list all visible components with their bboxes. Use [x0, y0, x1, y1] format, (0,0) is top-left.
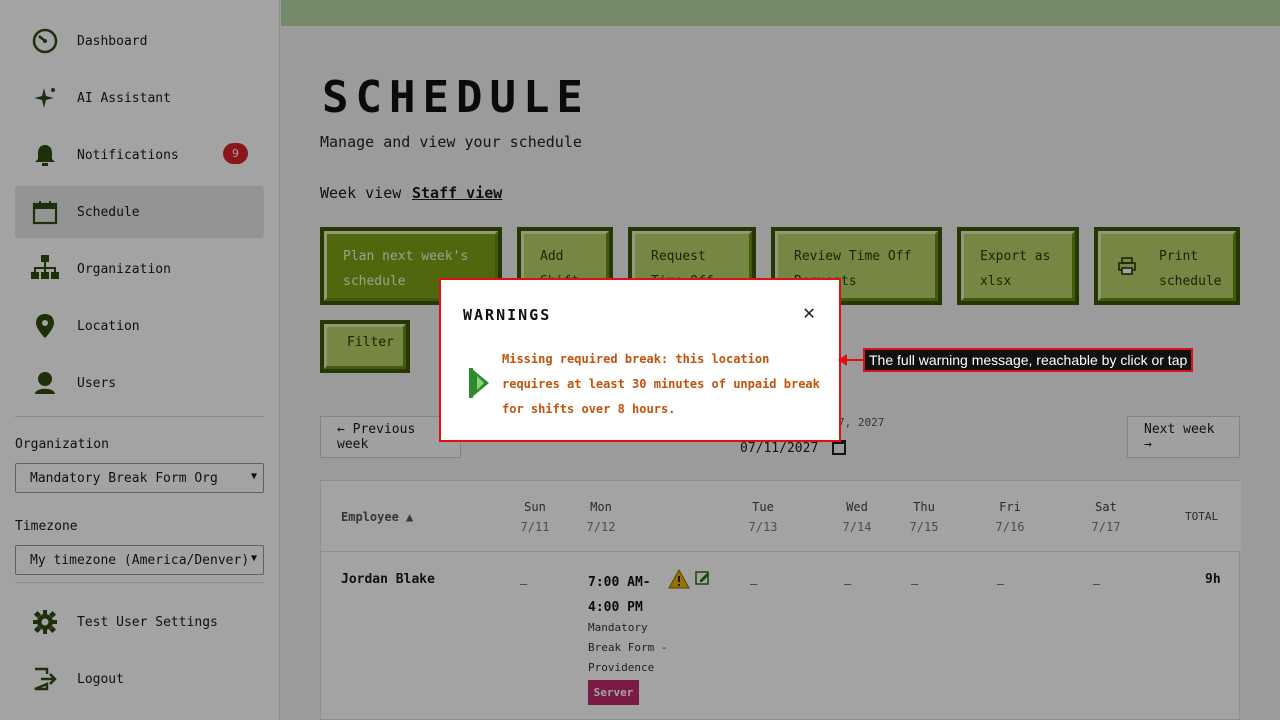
annotation-callout: The full warning message, reachable by c…	[863, 348, 1194, 372]
close-icon[interactable]: ✕	[803, 300, 815, 324]
warning-arrow-icon	[469, 366, 491, 404]
callout-arrow-icon	[838, 354, 847, 366]
warning-message[interactable]: Missing required break: this location re…	[502, 347, 822, 422]
warnings-modal: WARNINGS ✕ Missing required break: this …	[439, 278, 841, 442]
modal-title: WARNINGS	[463, 306, 552, 324]
